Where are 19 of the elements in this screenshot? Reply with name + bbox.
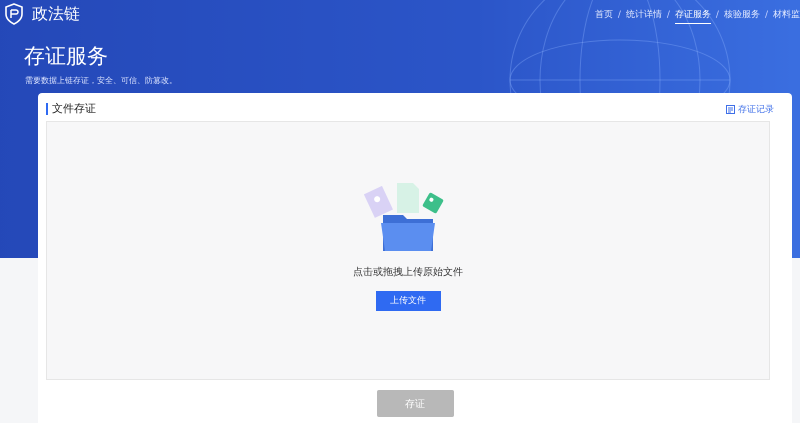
nav-link[interactable]: 统计详情 [626,6,662,24]
nav-separator: / [716,10,719,20]
section-title: 文件存证 [46,103,96,115]
shield-logo-icon [4,3,24,25]
nav-link[interactable]: 材料监 [773,6,800,24]
nav-separator: / [764,10,768,20]
records-link[interactable]: 存证记录 [726,102,784,116]
nav-link[interactable]: 首页 [594,6,613,24]
nav-link[interactable]: 核验服务 [724,6,760,24]
nav-link[interactable]: 存证服务 [674,6,711,24]
nav-separator: / [666,10,670,20]
list-icon [726,104,735,114]
upload-hint: 点击或拖拽上传原始文件 [353,266,463,278]
page-subtitle: 需要数据上链存证，安全、可信、防篡改。 [25,75,178,86]
nav-separator: / [618,10,621,20]
page-title: 存证服务 [24,43,109,70]
upload-dropzone[interactable]: 点击或拖拽上传原始文件 上传文件 [46,121,770,380]
upload-button[interactable]: 上传文件 [376,290,440,310]
brand-name: 政法链 [32,4,80,24]
